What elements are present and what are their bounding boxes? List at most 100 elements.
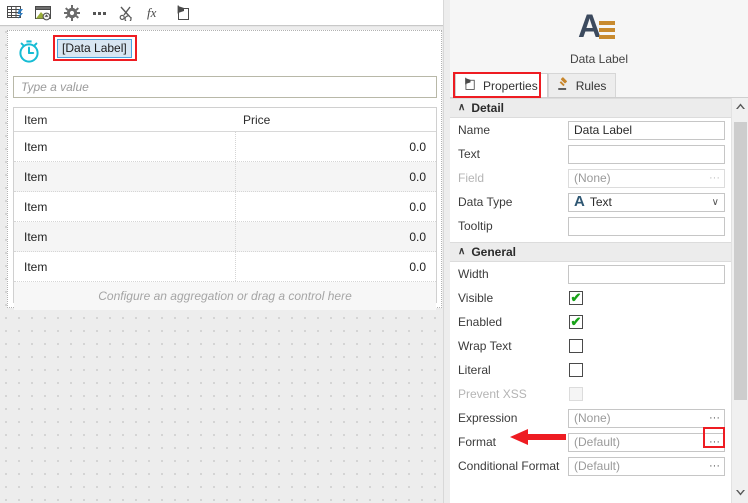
properties-panel: A Data Label Properties Rules ∧ Detail N… bbox=[450, 0, 748, 503]
value-input[interactable]: Type a value bbox=[13, 76, 437, 98]
property-row-text: Text bbox=[450, 142, 748, 166]
grid-header-row: Item Price bbox=[14, 108, 436, 132]
datatype-value: Text bbox=[589, 195, 612, 209]
clipboard-pin-icon[interactable] bbox=[170, 2, 198, 24]
conditional-format-value: (Default) bbox=[574, 459, 621, 473]
property-row-format: Format (Default) ··· bbox=[450, 430, 748, 454]
text-input[interactable] bbox=[568, 144, 725, 164]
expression-field[interactable]: (None) ··· bbox=[568, 408, 725, 428]
grid-header-item: Item bbox=[24, 112, 48, 127]
section-title-detail: Detail bbox=[471, 101, 505, 115]
chevron-down-icon[interactable]: ∨ bbox=[712, 197, 719, 208]
design-canvas[interactable]: [Data Label] Type a value Item Price Ite… bbox=[0, 27, 450, 503]
panel-header: A Data Label bbox=[450, 0, 748, 72]
gear-icon[interactable] bbox=[58, 2, 86, 24]
data-grid[interactable]: Item Price Item 0.0 Item 0.0 Item 0.0 It… bbox=[13, 107, 437, 310]
property-label: Visible bbox=[458, 291, 494, 305]
image-grid-icon[interactable] bbox=[30, 2, 58, 24]
section-title-general: General bbox=[471, 245, 517, 259]
visible-checkbox[interactable]: ✔ bbox=[569, 291, 583, 305]
letter-a-lines-icon: A bbox=[577, 7, 621, 50]
property-row-enabled: Enabled ✔ bbox=[450, 310, 748, 334]
scroll-down-button[interactable] bbox=[732, 484, 748, 501]
check-icon: ✔ bbox=[570, 314, 582, 329]
properties-list: ∧ Detail Name Data Label Text Field (Non… bbox=[450, 98, 748, 503]
property-row-tooltip: Tooltip bbox=[450, 214, 748, 238]
scissors-refresh-icon[interactable] bbox=[114, 2, 142, 24]
cell-price: 0.0 bbox=[409, 229, 426, 244]
table-row[interactable]: Item 0.0 bbox=[14, 192, 436, 222]
cell-price: 0.0 bbox=[409, 169, 426, 184]
stopwatch-icon bbox=[15, 37, 43, 65]
property-row-datatype: Data Type A Text ∨ bbox=[450, 190, 748, 214]
property-label: Field bbox=[458, 171, 485, 185]
wrap-text-checkbox[interactable] bbox=[569, 339, 583, 353]
format-ellipsis-button[interactable]: ··· bbox=[706, 434, 723, 451]
property-row-wraptext: Wrap Text bbox=[450, 334, 748, 358]
cell-item: Item bbox=[14, 192, 236, 221]
grid-settings-icon[interactable] bbox=[2, 2, 30, 24]
scrollbar-thumb[interactable] bbox=[734, 122, 747, 400]
property-label: Text bbox=[458, 147, 481, 161]
cell-item: Item bbox=[14, 252, 236, 281]
field-ellipsis-button[interactable]: ··· bbox=[706, 170, 723, 187]
cell-item: Item bbox=[14, 132, 236, 161]
svg-text:A: A bbox=[578, 8, 601, 44]
grid-header-price: Price bbox=[243, 112, 271, 127]
fx-function-icon[interactable]: fx bbox=[142, 2, 170, 24]
field-value: (None) bbox=[574, 171, 611, 185]
tooltip-input[interactable] bbox=[568, 216, 725, 236]
width-input[interactable] bbox=[568, 264, 725, 284]
property-row-visible: Visible ✔ bbox=[450, 286, 748, 310]
format-value: (Default) bbox=[574, 435, 621, 449]
property-label: Enabled bbox=[458, 315, 503, 329]
property-label: Tooltip bbox=[458, 219, 493, 233]
table-row[interactable]: Item 0.0 bbox=[14, 252, 436, 282]
cell-price: 0.0 bbox=[409, 199, 426, 214]
format-field[interactable]: (Default) ··· bbox=[568, 432, 725, 452]
tab-properties-label: Properties bbox=[483, 78, 538, 93]
gavel-icon bbox=[556, 77, 571, 94]
grid-aggregation-dropzone[interactable]: Configure an aggregation or drag a contr… bbox=[14, 282, 436, 310]
tab-properties[interactable]: Properties bbox=[455, 73, 548, 97]
clipboard-pin-icon bbox=[463, 77, 478, 94]
label-row: [Data Label] bbox=[13, 35, 436, 65]
datatype-dropdown[interactable]: A Text ∨ bbox=[568, 192, 725, 212]
property-label: Conditional Format bbox=[458, 459, 560, 473]
name-input[interactable]: Data Label bbox=[568, 120, 725, 140]
table-row[interactable]: Item 0.0 bbox=[14, 162, 436, 192]
chevron-up-icon: ∧ bbox=[458, 102, 466, 113]
field-selector[interactable]: (None) ··· bbox=[568, 168, 725, 188]
more-options-icon[interactable] bbox=[86, 2, 114, 24]
property-label: Width bbox=[458, 267, 489, 281]
property-label: Prevent XSS bbox=[458, 387, 527, 401]
property-row-width: Width bbox=[450, 262, 748, 286]
section-header-general[interactable]: ∧ General bbox=[450, 242, 748, 262]
editor-left-pane: fx [Data Label] Type a value Item Price … bbox=[0, 0, 450, 503]
section-header-detail[interactable]: ∧ Detail bbox=[450, 98, 748, 118]
property-row-name: Name Data Label bbox=[450, 118, 748, 142]
svg-text:fx: fx bbox=[147, 5, 157, 20]
cell-price: 0.0 bbox=[409, 139, 426, 154]
property-row-literal: Literal bbox=[450, 358, 748, 382]
table-row[interactable]: Item 0.0 bbox=[14, 132, 436, 162]
literal-checkbox[interactable] bbox=[569, 363, 583, 377]
property-label: Format bbox=[458, 435, 497, 449]
panel-title: Data Label bbox=[569, 51, 629, 66]
table-row[interactable]: Item 0.0 bbox=[14, 222, 436, 252]
conditional-format-ellipsis-button[interactable]: ··· bbox=[706, 458, 723, 475]
cell-item: Item bbox=[14, 222, 236, 251]
property-label: Data Type bbox=[458, 195, 513, 209]
expression-value: (None) bbox=[574, 411, 611, 425]
expression-ellipsis-button[interactable]: ··· bbox=[706, 410, 723, 427]
enabled-checkbox[interactable]: ✔ bbox=[569, 315, 583, 329]
chevron-up-icon: ∧ bbox=[458, 246, 466, 257]
tab-rules[interactable]: Rules bbox=[547, 73, 617, 97]
conditional-format-field[interactable]: (Default) ··· bbox=[568, 456, 725, 476]
property-row-preventxss: Prevent XSS bbox=[450, 382, 748, 406]
properties-scrollbar[interactable] bbox=[731, 98, 748, 503]
list-view-widget[interactable]: [Data Label] Type a value Item Price Ite… bbox=[7, 30, 442, 310]
prevent-xss-checkbox bbox=[569, 387, 583, 401]
data-label-text[interactable]: [Data Label] bbox=[57, 39, 132, 58]
scroll-up-button[interactable] bbox=[732, 98, 748, 115]
